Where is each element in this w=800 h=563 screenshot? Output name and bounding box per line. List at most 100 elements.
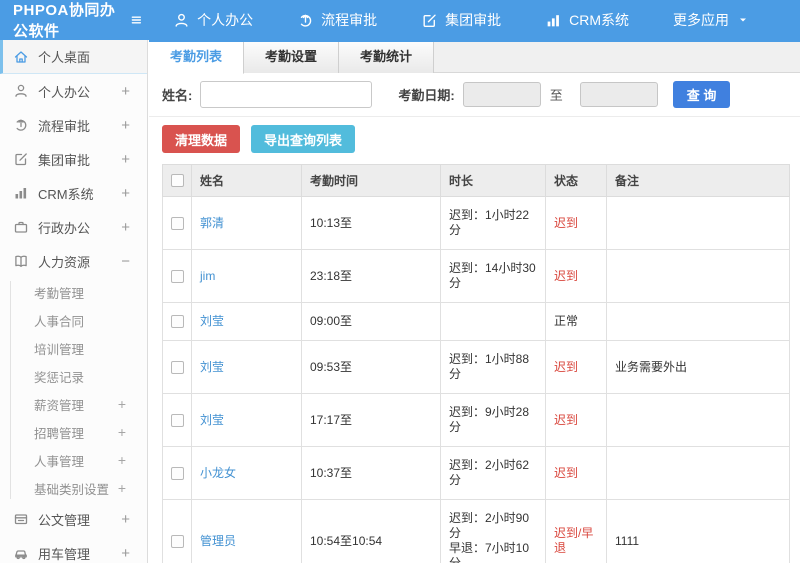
sidebar-subitem-薪资管理[interactable]: 薪资管理 + [0,390,147,418]
query-button[interactable]: 查 询 [672,81,731,108]
search-form: 姓名: 考勤日期: 至 查 询 [149,73,800,117]
clean-data-button[interactable]: 清理数据 [162,125,241,153]
sidebar-subitem-基础类别设置[interactable]: 基础类别设置 + [0,474,147,502]
sidebar-item-用车管理[interactable]: 用车管理 + [0,536,147,563]
sidebar-subitem-label: 培训管理 [34,342,85,357]
nav-item-流程审批[interactable]: 流程审批 [297,10,377,30]
employee-name-link[interactable]: 刘莹 [200,314,224,328]
tab-bar: 考勤列表 考勤设置 考勤统计 [149,40,800,74]
row-checkbox[interactable] [171,360,184,374]
sidebar-subitem-考勤管理[interactable]: 考勤管理 [0,278,147,306]
sidebar-subitem-人事管理[interactable]: 人事管理 + [0,446,147,474]
expand-toggle-icon[interactable]: + [121,545,130,562]
nav-item-CRM系统[interactable]: CRM系统 [545,10,629,30]
note-cell [606,302,790,341]
row-checkbox[interactable] [171,466,184,480]
date-to-input[interactable] [579,82,658,107]
sidebar-item-个人桌面[interactable]: 个人桌面 [0,40,147,74]
duration-line: 迟到：2小时62分 [449,458,530,487]
nav-item-更多应用[interactable]: 更多应用 [673,10,756,30]
sidebar-item-流程审批[interactable]: 流程审批 + [0,108,147,142]
select-all-header [162,164,192,197]
doc-icon [13,511,29,527]
car-icon [13,545,29,561]
nav-item-集团审批[interactable]: 集团审批 [421,10,501,30]
status-badge: 迟到 [554,268,579,283]
sidebar-item-label: CRM系统 [38,186,94,202]
expand-toggle-icon[interactable]: + [121,219,130,236]
sidebar-subitem-人事合同[interactable]: 人事合同 [0,306,147,334]
sidebar-item-集团审批[interactable]: 集团审批 + [0,142,147,176]
name-cell: 刘莹 [191,393,302,447]
status-badge: 迟到/早退 [554,526,594,555]
expand-toggle-icon[interactable]: + [121,117,130,134]
nav-item-个人办公[interactable]: 个人办公 [173,10,253,30]
expand-toggle-icon[interactable]: + [121,511,130,528]
export-list-button[interactable]: 导出查询列表 [251,125,356,153]
employee-name-link[interactable]: 刘莹 [200,360,224,374]
attendance-time-cell: 17:17至 [301,393,441,447]
attendance-time-cell: 10:54至10:54 [301,499,441,563]
book-icon [13,253,29,269]
employee-name-link[interactable]: 小龙女 [200,466,236,480]
expand-toggle-icon[interactable]: − [121,253,130,270]
employee-name-link[interactable]: 郭清 [200,216,224,230]
employee-name-link[interactable]: 刘莹 [200,413,224,427]
tab-考勤统计[interactable]: 考勤统计 [338,42,435,73]
tab-考勤设置[interactable]: 考勤设置 [243,42,340,73]
table-body: 郭清 10:13至 迟到：1小时22分 迟到 jim 23:18至 迟到：14小时30分 迟到… [162,196,790,563]
expand-toggle-icon[interactable]: + [118,480,126,496]
name-input[interactable] [200,81,373,108]
sidebar-item-个人办公[interactable]: 个人办公 + [0,74,147,108]
top-header: PHPOA协同办公软件 个人办公 流程审批 集团审批 CRM系统 更多应用 [0,0,800,40]
sidebar-subitem-label: 招聘管理 [34,426,85,441]
employee-name-link[interactable]: 管理员 [200,534,236,548]
home-icon [13,49,29,65]
chart-icon [545,12,562,29]
sidebar-item-label: 公文管理 [38,512,91,528]
duration-line: 迟到：14小时30分 [449,261,536,290]
name-cell: 小龙女 [191,446,302,500]
select-all-checkbox[interactable] [171,174,184,187]
status-badge: 迟到 [554,465,579,480]
expand-toggle-icon[interactable]: + [118,424,126,440]
table-header-row: 姓名 考勤时间 时长 状态 备注 [162,164,790,197]
sidebar-subitem-招聘管理[interactable]: 招聘管理 + [0,418,147,446]
flow-icon [297,12,314,29]
name-cell: 管理员 [191,499,302,563]
duration-cell: 迟到：2小时90分 早退：7小时10分 [440,499,546,563]
duration-cell: 迟到：2小时62分 [440,446,546,500]
attendance-time-cell: 23:18至 [301,249,441,303]
row-checkbox[interactable] [171,216,184,230]
expand-toggle-icon[interactable]: + [121,83,130,100]
date-from-input[interactable] [462,82,541,107]
sidebar-item-行政办公[interactable]: 行政办公 + [0,210,147,244]
sidebar-item-公文管理[interactable]: 公文管理 + [0,502,147,536]
sidebar-item-CRM系统[interactable]: CRM系统 + [0,176,147,210]
row-checkbox[interactable] [171,269,184,283]
tab-考勤列表[interactable]: 考勤列表 [149,42,245,74]
employee-name-link[interactable]: jim [200,269,215,283]
sidebar-item-label: 行政办公 [38,220,91,236]
note-cell: 1111 [606,499,790,563]
row-checkbox[interactable] [171,413,184,427]
expand-toggle-icon[interactable]: + [118,396,126,412]
expand-toggle-icon[interactable]: + [118,452,126,468]
sidebar-subitem-奖惩记录[interactable]: 奖惩记录 [0,362,147,390]
menu-toggle-icon[interactable] [130,9,143,31]
status-badge: 迟到 [554,412,579,427]
expand-toggle-icon[interactable]: + [121,185,130,202]
sidebar-subitem-培训管理[interactable]: 培训管理 [0,334,147,362]
status-badge: 迟到 [554,215,579,230]
sidebar-subitem-label: 基础类别设置 [34,482,110,497]
table-row: 刘莹 17:17至 迟到：9小时28分 迟到 [162,393,790,447]
duration-line: 迟到：2小时90分 [449,511,530,540]
expand-toggle-icon[interactable]: + [121,151,130,168]
caret-down-icon [737,14,749,26]
sidebar-item-label: 人力资源 [38,254,91,270]
attendance-table-wrap: 姓名 考勤时间 时长 状态 备注 郭清 10:13至 迟到：1小时22分 迟到 jim 23:18… [149,162,800,563]
sidebar-item-人力资源[interactable]: 人力资源 − [0,244,147,278]
chart-icon [13,185,29,201]
row-checkbox[interactable] [171,534,184,548]
row-checkbox[interactable] [171,315,184,328]
